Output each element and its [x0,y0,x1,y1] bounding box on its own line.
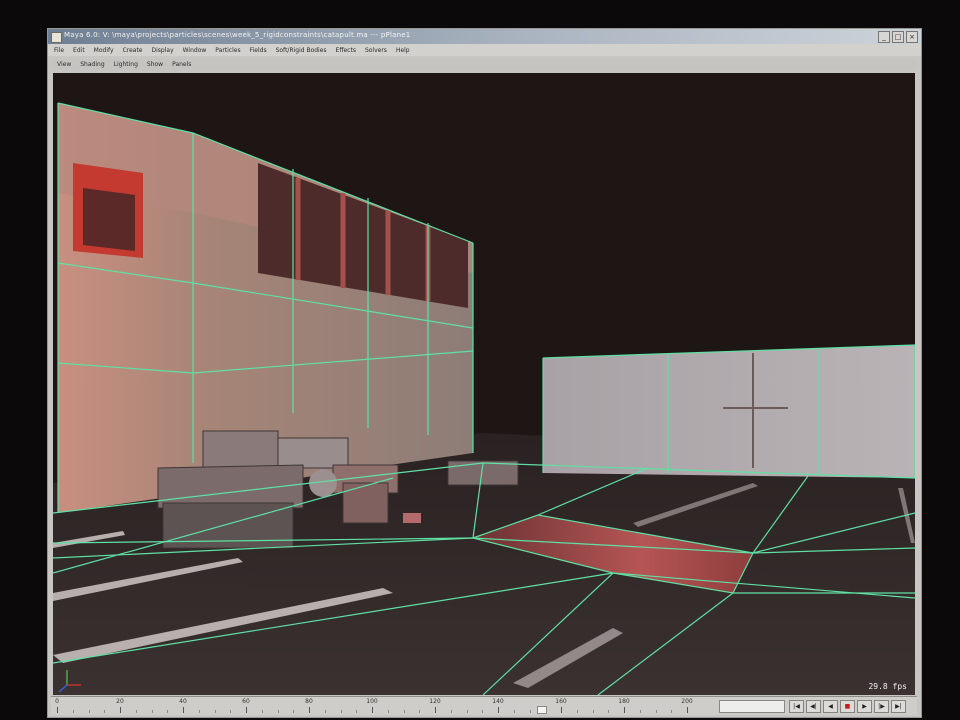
timeline-tick-mark [372,707,373,713]
timeline-minor-mark [482,710,484,713]
timeline-minor-mark [324,710,326,713]
timeline-minor-mark [88,710,90,713]
timeline-minor-mark [450,710,452,713]
timeline-minor-mark [419,710,421,713]
timeline-minor-mark [198,710,200,713]
timeline-minor-mark [655,710,657,713]
close-button[interactable]: × [906,31,918,43]
timeline-tick-mark [183,707,184,713]
maya-window: Maya 6.0: V: \maya\projects\particles\sc… [47,28,922,718]
menu-window[interactable]: Window [183,47,207,54]
main-menu-bar: File Edit Modify Create Display Window P… [48,44,921,56]
timeline-tick-mark [498,707,499,713]
timeline-tick-label: 0 [55,698,59,705]
timeline-minor-mark [167,710,169,713]
timeline-minor-mark [387,710,389,713]
timeline-tick-mark [435,707,436,713]
timeline-minor-mark [293,710,295,713]
time-ruler[interactable]: 0 20 40 60 80 100 120 140 160 180 200 [55,697,707,715]
menu-file[interactable]: File [54,47,64,54]
crate [277,437,349,469]
timeline-minor-mark [72,710,74,713]
menu-modify[interactable]: Modify [94,47,114,54]
timeline-minor-mark [639,710,641,713]
playback-controls: |◀ ◀| ◀ ■ ▶ |▶ ▶| [789,700,906,713]
go-to-start-button[interactable]: |◀ [789,700,804,713]
timeline-minor-mark [151,710,153,713]
menu-create[interactable]: Create [123,47,143,54]
timeline-tick-label: 100 [366,698,378,705]
timeline-minor-mark [608,710,610,713]
panel-menu-show[interactable]: Show [147,61,163,68]
stop-button[interactable]: ■ [840,700,855,713]
timeline-minor-mark [529,710,531,713]
timeline-tick-mark [624,707,625,713]
step-forward-button[interactable]: |▶ [874,700,889,713]
menu-display[interactable]: Display [152,47,174,54]
timeline-tick-label: 120 [429,698,441,705]
current-frame-field[interactable] [719,700,785,713]
timeline-minor-mark [104,710,106,713]
menu-solvers[interactable]: Solvers [365,47,387,54]
panel-menu-shading[interactable]: Shading [80,61,104,68]
timeline-tick-mark [309,707,310,713]
timeline-tick-label: 60 [242,698,250,705]
menu-fields[interactable]: Fields [250,47,267,54]
title-bar[interactable]: Maya 6.0: V: \maya\projects\particles\sc… [48,29,921,44]
go-to-end-button[interactable]: ▶| [891,700,906,713]
maximize-button[interactable]: □ [892,31,904,43]
timeline-tick-mark [561,707,562,713]
menu-soft-rigid-bodies[interactable]: Soft/Rigid Bodies [276,47,327,54]
viewport-scene [53,102,915,695]
play-forward-button[interactable]: ▶ [857,700,872,713]
timeline-tick-label: 200 [681,698,693,705]
timeline-minor-mark [340,710,342,713]
panel-menu-lighting[interactable]: Lighting [114,61,138,68]
timeline-tick-mark [57,707,58,713]
timeline-minor-mark [403,710,405,713]
small-crate [403,513,421,523]
menu-particles[interactable]: Particles [215,47,240,54]
timeline-tick-mark [687,707,688,713]
timeline-minor-mark [513,710,515,713]
window-title: Maya 6.0: V: \maya\projects\particles\sc… [64,31,411,39]
menu-effects[interactable]: Effects [336,47,356,54]
perspective-viewport[interactable]: 29.8 fps [53,73,915,695]
menu-help[interactable]: Help [396,47,410,54]
timeline-minor-mark [230,710,232,713]
timeline-minor-mark [356,710,358,713]
timeline-minor-mark [277,710,279,713]
timeline-tick-label: 80 [305,698,313,705]
timeline-minor-mark [671,710,673,713]
maya-app-icon [51,32,62,43]
play-back-button[interactable]: ◀ [823,700,838,713]
timeline-minor-mark [576,710,578,713]
timeline-tick-mark [120,707,121,713]
timeline-minor-mark [466,710,468,713]
timeline-minor-mark [592,710,594,713]
timeline-tick-label: 20 [116,698,124,705]
timeline-tick-label: 160 [555,698,567,705]
fps-readout: 29.8 fps [868,682,907,691]
crate [342,482,389,524]
red-vent-inner [83,188,135,251]
timeline-tick-label: 140 [492,698,504,705]
panel-menu-bar: View Shading Lighting Show Panels [51,59,917,70]
timeline-tick-label: 180 [618,698,630,705]
current-time-marker[interactable] [537,706,548,714]
minimize-button[interactable]: _ [878,31,890,43]
right-building-wall [543,345,915,478]
timeline-tick-label: 40 [179,698,187,705]
step-back-button[interactable]: ◀| [806,700,821,713]
panel-menu-view[interactable]: View [57,61,71,68]
timeline-minor-mark [261,710,263,713]
timeline-minor-mark [135,710,137,713]
timeline-tick-mark [246,707,247,713]
timeline-minor-mark [214,710,216,713]
monitor-surround: Maya 6.0: V: \maya\projects\particles\sc… [0,0,960,720]
panel-menu-panels[interactable]: Panels [172,61,191,68]
menu-edit[interactable]: Edit [73,47,85,54]
crate [202,430,279,469]
time-slider[interactable]: 0 20 40 60 80 100 120 140 160 180 200 |◀ ◀| ◀ ■ ▶ |▶ ▶| [51,696,917,715]
